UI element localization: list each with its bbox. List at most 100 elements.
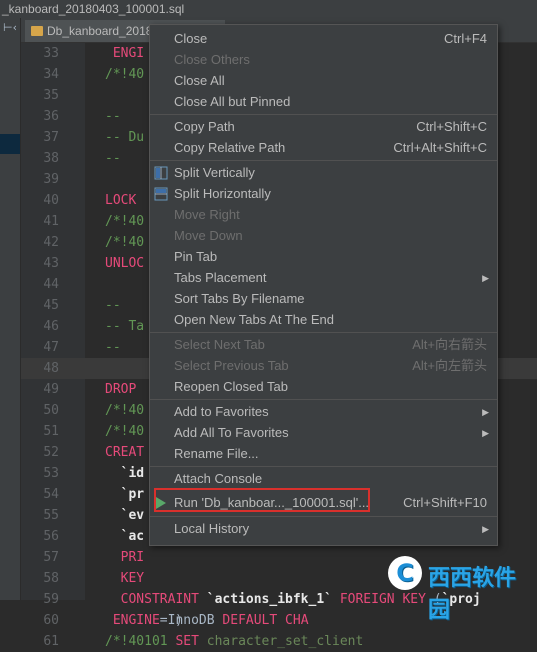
menu-item-close[interactable]: Close Ctrl+F4 xyxy=(150,29,497,49)
menu-item-select-next-tab: Select Next Tab Alt+向右箭头 xyxy=(150,335,497,355)
line-number: 38 xyxy=(43,151,59,166)
menu-item-shortcut: Alt+向左箭头 xyxy=(412,358,487,373)
line-number: 36 xyxy=(43,109,59,124)
line-number: 37 xyxy=(43,130,59,145)
line-number: 58 xyxy=(43,571,59,586)
line-number: 53 xyxy=(43,466,59,481)
code-text: `id xyxy=(120,466,145,481)
menu-item-tabs-placement[interactable]: Tabs Placement ▶ xyxy=(150,268,497,288)
run-item-highlight-box xyxy=(154,488,370,512)
line-number: 40 xyxy=(43,193,59,208)
panel-toggle-icon[interactable]: ⊢‹ xyxy=(3,21,17,34)
split-horizontally-icon xyxy=(154,187,168,201)
submenu-arrow-icon: ▶ xyxy=(482,273,489,283)
menu-item-label: Pin Tab xyxy=(174,249,218,264)
code-text: ) ENGI xyxy=(112,46,183,61)
code-text: -- xyxy=(105,340,121,355)
menu-item-split-vertically[interactable]: Split Vertically xyxy=(150,163,497,183)
line-number: 56 xyxy=(43,529,59,544)
menu-item-pin-tab[interactable]: Pin Tab xyxy=(150,247,497,267)
line-number: 33 xyxy=(43,46,59,61)
menu-item-copy-path[interactable]: Copy Path Ctrl+Shift+C xyxy=(150,117,497,137)
line-number: 54 xyxy=(43,487,59,502)
menu-item-close-all[interactable]: Close All xyxy=(150,71,497,91)
menu-item-add-to-favorites[interactable]: Add to Favorites ▶ xyxy=(150,402,497,422)
menu-item-label: Attach Console xyxy=(174,471,263,486)
code-text: DROP xyxy=(105,382,137,397)
line-number: 34 xyxy=(43,67,59,82)
menu-item-label: Tabs Placement xyxy=(174,270,267,285)
line-number: 45 xyxy=(43,298,59,313)
menu-item-label: Select Next Tab xyxy=(174,337,265,352)
line-number: 35 xyxy=(43,88,59,103)
line-number: 43 xyxy=(43,256,59,271)
editor-tab-label: Db_kanboard_2018 xyxy=(47,24,153,38)
menu-item-move-right: Move Right xyxy=(150,205,497,225)
menu-item-rename-file[interactable]: Rename File... xyxy=(150,444,497,464)
menu-separator xyxy=(150,399,497,400)
line-number: 41 xyxy=(43,214,59,229)
line-number: 47 xyxy=(43,340,59,355)
menu-item-add-all-to-favorites[interactable]: Add All To Favorites ▶ xyxy=(150,423,497,443)
menu-item-label: Move Down xyxy=(174,228,243,243)
menu-item-label: Add All To Favorites xyxy=(174,425,289,440)
watermark-logo-icon: C xyxy=(388,556,422,590)
submenu-arrow-icon: ▶ xyxy=(482,407,489,417)
menu-item-label: Add to Favorites xyxy=(174,404,269,419)
code-text: /*!40101 SET character_set_client xyxy=(105,634,364,649)
line-number: 52 xyxy=(43,445,59,460)
menu-item-label: Copy Path xyxy=(174,119,235,134)
menu-item-close-others: Close Others xyxy=(150,50,497,70)
menu-item-label: Split Vertically xyxy=(174,165,255,180)
menu-separator xyxy=(150,466,497,467)
code-text: ) ENGINE=InnoDB DEFAULT CHA xyxy=(112,613,309,628)
code-line[interactable]: 61 /*!40101 SET character_set_client xyxy=(21,631,537,652)
menu-item-reopen-closed-tab[interactable]: Reopen Closed Tab xyxy=(150,377,497,397)
menu-item-copy-relative-path[interactable]: Copy Relative Path Ctrl+Alt+Shift+C xyxy=(150,138,497,158)
menu-item-label: Move Right xyxy=(174,207,240,222)
line-number: 49 xyxy=(43,382,59,397)
code-text: UNLOC xyxy=(105,256,145,271)
line-number: 55 xyxy=(43,508,59,523)
line-number: 48 xyxy=(43,361,59,376)
menu-item-shortcut: Ctrl+Shift+C xyxy=(416,119,487,134)
selection-highlight xyxy=(0,134,20,154)
code-text: ▾CREAT xyxy=(105,445,183,460)
split-vertically-icon xyxy=(154,166,168,180)
menu-separator xyxy=(150,114,497,115)
window-title: _kanboard_20180403_100001.sql xyxy=(0,0,537,18)
code-text: -- xyxy=(105,151,121,166)
menu-item-label: Close All xyxy=(174,73,225,88)
site-watermark: C 西西软件园 xyxy=(388,556,536,623)
menu-item-open-new-tabs-at-end[interactable]: Open New Tabs At The End xyxy=(150,310,497,330)
menu-item-local-history[interactable]: Local History ▶ xyxy=(150,519,497,539)
menu-item-label: Sort Tabs By Filename xyxy=(174,291,305,306)
menu-item-label: Copy Relative Path xyxy=(174,140,286,155)
submenu-arrow-icon: ▶ xyxy=(482,524,489,534)
line-number: 57 xyxy=(43,550,59,565)
line-number: 39 xyxy=(43,172,59,187)
code-text: LOCK xyxy=(105,193,137,208)
menu-item-select-previous-tab: Select Previous Tab Alt+向左箭头 xyxy=(150,356,497,376)
menu-item-attach-console[interactable]: Attach Console xyxy=(150,469,497,489)
menu-item-label: Open New Tabs At The End xyxy=(174,312,334,327)
line-number: 44 xyxy=(43,277,59,292)
left-tool-strip: ⊢‹ xyxy=(0,18,21,600)
code-text: KEY xyxy=(120,571,145,586)
line-number: 61 xyxy=(43,634,59,649)
menu-item-label: Select Previous Tab xyxy=(174,358,289,373)
submenu-arrow-icon: ▶ xyxy=(482,428,489,438)
code-text: PRI xyxy=(120,550,145,565)
menu-item-sort-tabs[interactable]: Sort Tabs By Filename xyxy=(150,289,497,309)
menu-item-shortcut: Alt+向右箭头 xyxy=(412,337,487,352)
line-number: 46 xyxy=(43,319,59,334)
menu-separator xyxy=(150,516,497,517)
menu-separator xyxy=(150,332,497,333)
menu-item-split-horizontally[interactable]: Split Horizontally xyxy=(150,184,497,204)
code-text: -- xyxy=(105,109,121,124)
code-text: /*!40 xyxy=(105,424,145,439)
sql-file-icon xyxy=(31,26,43,36)
menu-item-label: Close xyxy=(174,31,208,46)
menu-item-label: Close Others xyxy=(174,52,250,67)
menu-item-close-all-but-pinned[interactable]: Close All but Pinned xyxy=(150,92,497,112)
